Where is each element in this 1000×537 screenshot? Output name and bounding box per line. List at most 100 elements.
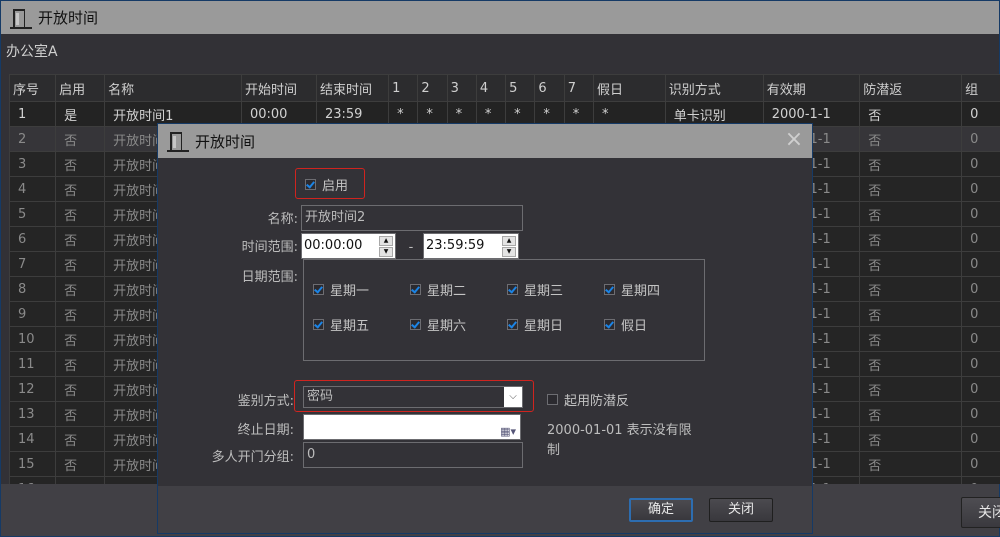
end-date-picker[interactable]: 2000- 1- 1 ▦▾ xyxy=(303,414,521,458)
day-checkbox[interactable]: 星期六 xyxy=(410,315,466,334)
grid-column-header[interactable]: 组 xyxy=(961,74,1000,102)
start-time-up-button[interactable]: ▲ xyxy=(379,236,393,246)
table-cell: 0 xyxy=(961,426,1000,452)
checkbox-icon xyxy=(313,319,324,330)
grid-column-header[interactable]: 有效期 xyxy=(762,74,861,102)
table-cell: 9 xyxy=(9,301,57,327)
table-cell: 10 xyxy=(9,326,57,352)
grid-column-header[interactable]: 名称 xyxy=(104,74,242,102)
checkbox-icon xyxy=(604,284,615,295)
table-cell: 7 xyxy=(9,251,57,277)
table-cell: 13 xyxy=(9,401,57,427)
table-cell: 否 xyxy=(859,101,963,127)
day-checkbox[interactable]: 星期四 xyxy=(604,280,660,299)
table-cell: 否 xyxy=(859,126,963,152)
calendar-icon[interactable]: ▦▾ xyxy=(500,420,516,444)
time-separator: - xyxy=(408,240,414,255)
end-time-down-button[interactable]: ▼ xyxy=(502,247,516,257)
table-cell: 否 xyxy=(55,126,106,152)
checkbox-icon xyxy=(547,394,558,405)
checkbox-icon xyxy=(507,319,518,330)
grid-column-header[interactable]: 防潜返 xyxy=(859,74,963,102)
day-checkbox[interactable]: 星期一 xyxy=(313,280,369,299)
grid-column-header[interactable]: 4 xyxy=(475,74,507,102)
name-label: 名称: xyxy=(267,212,298,227)
table-cell: 12 xyxy=(9,376,57,402)
table-cell: 否 xyxy=(55,426,106,452)
table-cell: 否 xyxy=(859,476,963,484)
day-range-box xyxy=(303,259,705,361)
close-icon[interactable]: × xyxy=(784,129,804,151)
auth-mode-select[interactable]: 密码 ⌵ xyxy=(303,386,523,408)
table-cell: 否 xyxy=(55,276,106,302)
table-cell: 5 xyxy=(9,201,57,227)
table-cell: 否 xyxy=(55,401,106,427)
day-label: 星期一 xyxy=(330,284,370,299)
antipassback-label: 起用防潜反 xyxy=(564,394,630,409)
day-checkbox[interactable]: 星期日 xyxy=(507,315,563,334)
name-input[interactable]: 开放时间2 xyxy=(301,205,523,231)
table-cell: 否 xyxy=(55,351,106,377)
table-cell: 0 xyxy=(961,201,1000,227)
end-time-input[interactable]: 23:59:59 ▲ ▼ xyxy=(423,233,519,259)
table-cell: 否 xyxy=(55,151,106,177)
table-cell: 否 xyxy=(859,451,963,477)
table-cell: 0 xyxy=(961,476,1000,484)
day-label: 星期三 xyxy=(524,284,564,299)
table-cell: 否 xyxy=(55,476,106,484)
table-cell: 否 xyxy=(55,451,106,477)
antipassback-checkbox[interactable]: 起用防潜反 xyxy=(547,390,629,409)
day-checkbox[interactable]: 星期五 xyxy=(313,315,369,334)
table-cell: 否 xyxy=(55,251,106,277)
table-cell: 否 xyxy=(859,201,963,227)
checkbox-icon xyxy=(313,284,324,295)
checkbox-icon xyxy=(507,284,518,295)
start-time-down-button[interactable]: ▼ xyxy=(379,247,393,257)
day-label: 星期五 xyxy=(330,319,370,334)
end-time-up-button[interactable]: ▲ xyxy=(502,236,516,246)
table-cell: 14 xyxy=(9,426,57,452)
grid-column-header[interactable]: 6 xyxy=(534,74,565,102)
grid-column-header[interactable]: 开始时间 xyxy=(240,74,317,102)
ok-button[interactable]: 确定 xyxy=(629,498,693,522)
grid-column-header[interactable]: 3 xyxy=(446,74,477,102)
table-cell: 0 xyxy=(961,276,1000,302)
grid-column-header[interactable]: 启用 xyxy=(55,74,106,102)
day-checkbox[interactable]: 星期三 xyxy=(507,280,563,299)
table-cell: 0 xyxy=(961,126,1000,152)
window-close-button[interactable]: 关闭 xyxy=(961,497,1000,528)
dialog-close-button[interactable]: 关闭 xyxy=(709,498,773,522)
grid-column-header[interactable]: 7 xyxy=(563,74,594,102)
table-cell: 否 xyxy=(859,376,963,402)
group-label: 多人开门分组: xyxy=(211,450,294,465)
window-title: 开放时间 xyxy=(38,9,99,27)
grid-column-header[interactable]: 1 xyxy=(388,74,419,102)
grid-column-header[interactable]: 假日 xyxy=(592,74,666,102)
grid-column-header[interactable]: 5 xyxy=(505,74,536,102)
grid-column-header[interactable]: 识别方式 xyxy=(664,74,764,102)
time-range-label: 时间范围: xyxy=(241,240,298,255)
auth-mode-value: 密码 xyxy=(307,389,334,404)
window-titlebar: 开放时间 xyxy=(1,1,999,34)
table-cell: 0 xyxy=(961,376,1000,402)
start-time-input[interactable]: 00:00:00 ▲ ▼ xyxy=(301,233,396,259)
day-checkbox[interactable]: 星期二 xyxy=(410,280,466,299)
enable-checkbox[interactable]: 启用 xyxy=(305,175,348,194)
open-time-dialog: 开放时间 × 启用 名称: 开放时间2 时间范围: 00:00:00 ▲ ▼ -… xyxy=(157,123,813,534)
table-cell: 0 xyxy=(961,226,1000,252)
group-input[interactable]: 0 xyxy=(303,442,523,468)
door-icon xyxy=(167,130,189,152)
grid-column-header[interactable]: 2 xyxy=(417,74,448,102)
day-checkbox[interactable]: 假日 xyxy=(604,315,647,334)
chevron-down-icon[interactable]: ⌵ xyxy=(504,387,522,407)
table-cell: 否 xyxy=(859,326,963,352)
table-cell: 11 xyxy=(9,351,57,377)
table-cell: 否 xyxy=(859,226,963,252)
table-cell: 否 xyxy=(859,301,963,327)
grid-column-header[interactable]: 结束时间 xyxy=(315,74,390,102)
day-label: 假日 xyxy=(621,319,648,334)
grid-column-header[interactable]: 序号 xyxy=(9,74,57,102)
table-cell: 否 xyxy=(859,276,963,302)
table-cell: 8 xyxy=(9,276,57,302)
table-cell: 0 xyxy=(961,451,1000,477)
